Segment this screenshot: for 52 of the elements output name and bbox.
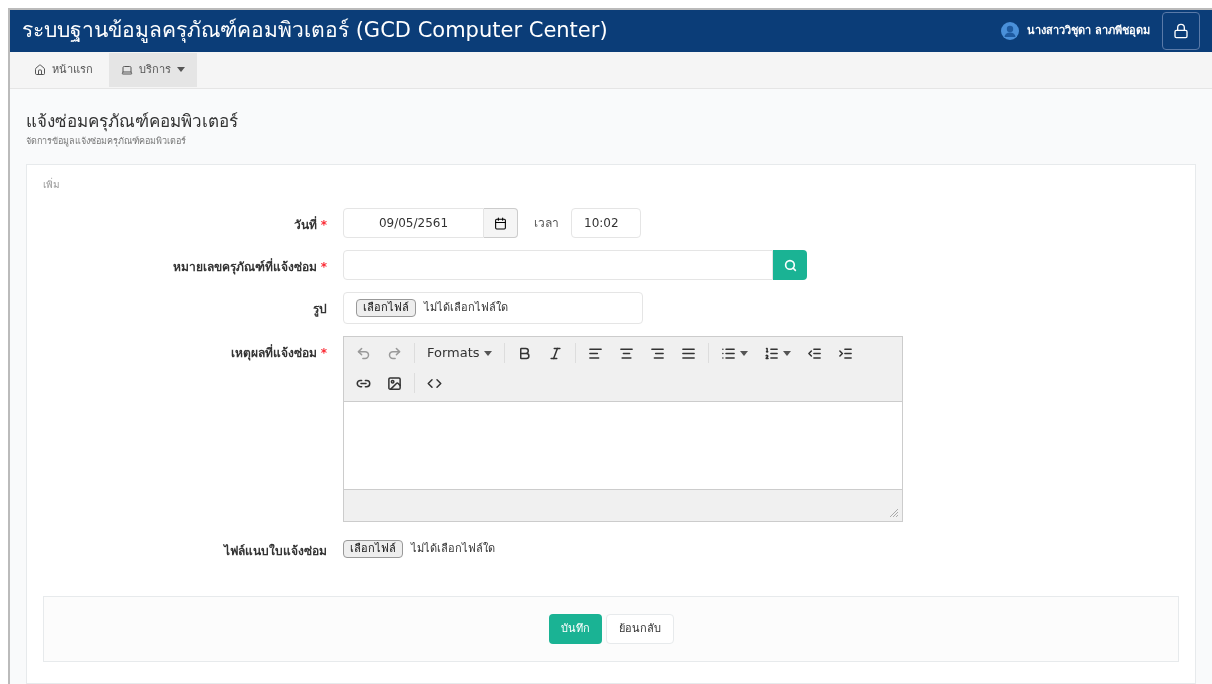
align-center-icon — [618, 345, 634, 361]
required-mark: * — [320, 218, 327, 232]
outdent-icon — [806, 345, 822, 361]
undo-icon — [356, 345, 371, 361]
time-label: เวลา — [534, 215, 559, 232]
formats-dropdown[interactable]: Formats — [419, 339, 500, 367]
nav-item[interactable]: บริการ — [109, 52, 197, 87]
date-field[interactable]: 09/05/2561 — [343, 208, 484, 238]
home-icon — [34, 63, 46, 76]
required-mark: * — [320, 346, 327, 360]
lock-button[interactable] — [1162, 11, 1200, 50]
calendar-icon — [494, 216, 507, 230]
caret-icon — [739, 350, 748, 356]
app-title: ระบบฐานข้อมูลครุภัณฑ์คอมพิวเตอร์ (GCD Computer Center) — [22, 17, 609, 45]
field-label: เหตุผลที่แจ้งซ่อม — [230, 346, 317, 360]
calendar-button[interactable] — [484, 208, 518, 238]
page-subtitle: จัดการข้อมูลแจ้งซ่อมครุภัณฑ์คอมพิวเตอร์ — [26, 134, 187, 148]
image-icon — [387, 375, 402, 391]
resize-handle-icon — [890, 509, 898, 517]
file-input[interactable]: เลือกไฟล์ ไม่ได้เลือกไฟล์ใด — [343, 292, 643, 324]
search-icon — [783, 258, 797, 272]
italic-icon — [547, 345, 563, 361]
choose-file-button[interactable]: เลือกไฟล์ — [356, 298, 416, 318]
user-name[interactable]: นางสาววิชุดา ลาภพีชอุดม — [1027, 22, 1150, 40]
caret-icon — [483, 350, 492, 356]
time-field[interactable]: 10:02 — [571, 208, 641, 238]
file-status: ไม่ได้เลือกไฟล์ใด — [411, 540, 495, 557]
redo-icon — [387, 345, 402, 361]
indent-icon — [837, 345, 853, 361]
choose-file-button[interactable]: เลือกไฟล์ — [343, 539, 403, 559]
align-justify-icon — [680, 345, 696, 361]
nav-item[interactable]: หน้าแรก — [22, 52, 105, 87]
lock-icon — [1173, 22, 1189, 39]
bullet-list-icon — [720, 345, 736, 361]
align-right-icon — [649, 345, 665, 361]
field-label: ไฟล์แนบใบแจ้งซ่อม — [224, 544, 327, 558]
search-field[interactable] — [343, 250, 773, 280]
rich-text-editor[interactable]: Formats — [343, 336, 903, 522]
field-label: รูป — [313, 302, 327, 316]
page-title: แจ้งซ่อมครุภัณฑ์คอมพิวเตอร์ — [26, 110, 239, 134]
file-status: ไม่ได้เลือกไฟล์ใด — [424, 299, 508, 316]
required-mark: * — [320, 260, 327, 274]
form-heading: เพิ่ม — [43, 177, 61, 192]
field-label: หมายเลขครุภัณฑ์ที่แจ้งซ่อม — [172, 260, 317, 274]
field-label: วันที่ — [293, 218, 317, 232]
caret-icon — [782, 350, 791, 356]
user-avatar-icon — [1001, 21, 1020, 40]
align-left-icon — [587, 345, 603, 361]
file-input[interactable]: เลือกไฟล์ ไม่ได้เลือกไฟล์ใด — [343, 534, 495, 564]
laptop-icon — [121, 63, 133, 76]
numbered-list-icon — [763, 345, 779, 361]
back-button[interactable]: ย้อนกลับ — [605, 614, 674, 644]
